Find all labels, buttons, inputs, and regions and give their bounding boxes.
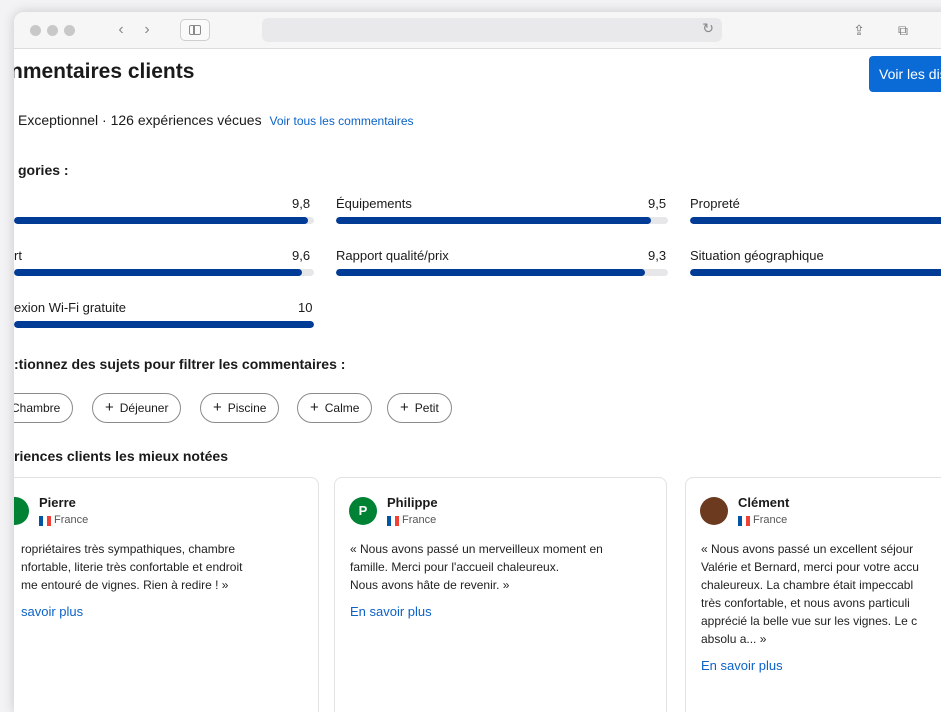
plus-icon: +	[400, 399, 409, 416]
review-text: « Nous avons passé un excellent séjour V…	[701, 542, 919, 646]
reviewer-name: Pierre	[39, 495, 76, 510]
sidebar-icon	[189, 25, 201, 35]
category-score: 9,3	[648, 248, 667, 263]
plus-icon: +	[105, 399, 114, 416]
category-bar-fill	[14, 269, 302, 276]
categories-heading: gories :	[18, 162, 69, 178]
category-label: rt	[14, 248, 22, 263]
avatar	[14, 497, 29, 525]
avatar: P	[349, 497, 377, 525]
category-bar-fill	[336, 217, 652, 224]
best-reviews-heading: riences clients les mieux notées	[14, 448, 228, 464]
forward-button[interactable]: ›	[136, 19, 158, 41]
topic-chip-calme[interactable]: + Calme	[297, 393, 373, 423]
reviewer-country: France	[753, 514, 788, 526]
page-title: nmentaires clients	[14, 60, 195, 83]
category-bar-fill	[690, 269, 941, 276]
reviewer-name: Clément	[738, 495, 790, 510]
sidebar-toggle-button[interactable]	[180, 19, 210, 41]
category-bar-fill	[690, 217, 941, 224]
plus-icon: +	[213, 399, 222, 416]
category-bar	[336, 217, 668, 224]
category-bar	[690, 269, 941, 276]
category-score: 10	[298, 300, 313, 315]
share-icon[interactable]: ⇪	[847, 19, 871, 41]
browser-window: ‹ › ↻ ⇪ ⧉ nmentaires clients Voir les di…	[14, 12, 941, 712]
category-label: exion Wi-Fi gratuite	[14, 300, 126, 315]
reload-icon[interactable]: ↻	[702, 20, 714, 37]
tabs-overview-icon[interactable]: ⧉	[891, 19, 915, 41]
chip-label: Déjeuner	[119, 401, 169, 415]
see-all-reviews-link[interactable]: Voir tous les commentaires	[269, 114, 413, 128]
category-label: Rapport qualité/prix	[336, 248, 449, 263]
topic-chip-chambre[interactable]: Chambre	[14, 393, 74, 423]
france-flag-icon	[738, 516, 750, 526]
category-score: 9,5	[648, 196, 667, 211]
france-flag-icon	[387, 516, 399, 526]
review-text: ropriétaires très sympathiques, chambre …	[21, 542, 243, 592]
category-bar	[14, 269, 314, 276]
category-bar	[14, 321, 314, 328]
reviewer-country: France	[402, 514, 437, 526]
address-bar[interactable]: ↻	[262, 18, 722, 42]
chip-label: Piscine	[227, 401, 267, 415]
chip-label: Petit	[414, 401, 439, 415]
rating-summary: Exceptionnel · 126 expériences vécues Vo…	[18, 112, 414, 128]
category-rating: 9,8	[14, 196, 314, 226]
category-bar	[336, 269, 668, 276]
review-card: Pierre France ropriétaires très sympathi…	[14, 477, 319, 712]
category-bar	[690, 217, 941, 224]
topic-chip-petit[interactable]: + Petit	[387, 393, 452, 423]
topic-chip-dejeuner[interactable]: + Déjeuner	[92, 393, 182, 423]
category-rating: rt 9,6	[14, 248, 314, 278]
filter-heading: :tionnez des sujets pour filtrer les com…	[14, 356, 346, 372]
back-button[interactable]: ‹	[110, 19, 132, 41]
category-rating: Rapport qualité/prix 9,3	[336, 248, 668, 278]
read-more-link[interactable]: En savoir plus	[350, 604, 432, 619]
view-availability-button[interactable]: Voir les dis	[869, 56, 941, 92]
reviewer-country: France	[54, 514, 89, 526]
chip-label: Chambre	[14, 401, 61, 415]
zoom-window-button[interactable]	[64, 25, 75, 36]
chip-label: Calme	[324, 401, 360, 415]
review-card: P Philippe France « Nous avons passé un …	[334, 477, 667, 712]
category-bar-fill	[336, 269, 645, 276]
category-score: 9,8	[292, 196, 311, 211]
reviewer-name: Philippe	[387, 495, 438, 510]
category-bar-fill	[14, 217, 308, 224]
category-rating: Équipements 9,5	[336, 196, 668, 226]
read-more-link[interactable]: savoir plus	[21, 604, 83, 619]
review-text: « Nous avons passé un merveilleux moment…	[350, 542, 603, 592]
category-score: 9,6	[292, 248, 311, 263]
close-window-button[interactable]	[30, 25, 41, 36]
category-bar-fill	[14, 321, 314, 328]
avatar	[700, 497, 728, 525]
category-label: Équipements	[336, 196, 412, 211]
category-rating: exion Wi-Fi gratuite 10	[14, 300, 314, 330]
rating-summary-text: Exceptionnel · 126 expériences vécues	[18, 112, 262, 128]
category-bar	[14, 217, 314, 224]
plus-icon: +	[310, 399, 319, 416]
france-flag-icon	[39, 516, 51, 526]
category-rating: Situation géographique	[690, 248, 941, 278]
category-label: Situation géographique	[690, 248, 824, 263]
minimize-window-button[interactable]	[47, 25, 58, 36]
review-card: Clément France « Nous avons passé un exc…	[685, 477, 941, 712]
category-label: Propreté	[690, 196, 740, 211]
category-rating: Propreté	[690, 196, 941, 226]
browser-toolbar: ‹ › ↻ ⇪ ⧉	[14, 12, 941, 49]
read-more-link[interactable]: En savoir plus	[701, 658, 783, 673]
topic-chip-piscine[interactable]: + Piscine	[200, 393, 280, 423]
